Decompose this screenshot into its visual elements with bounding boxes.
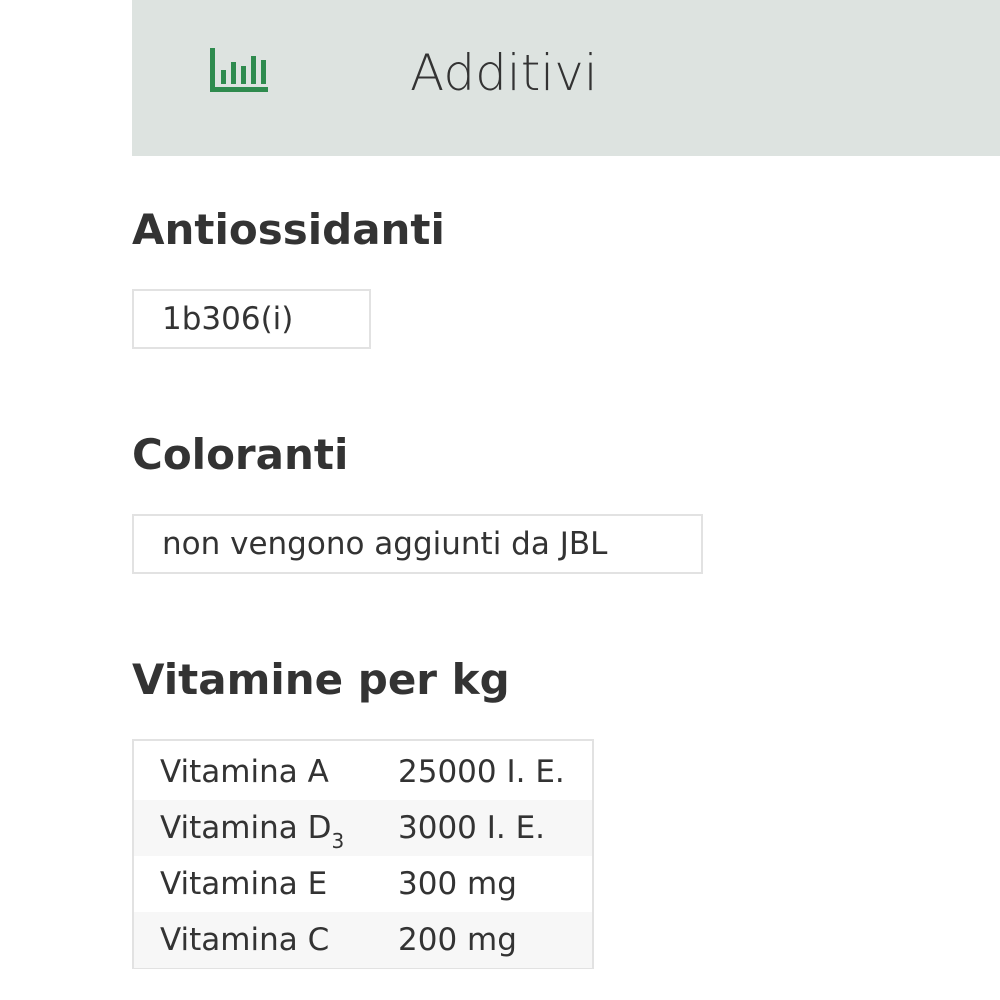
vitamin-value: 300 mg xyxy=(398,866,517,902)
page: Additivi Antiossidanti 1b306(i) Colorant… xyxy=(0,0,1000,1000)
vitamins-heading: Vitamine per kg xyxy=(132,655,510,704)
colorants-value: non vengono aggiunti da JBL xyxy=(132,514,703,574)
vitamin-value: 200 mg xyxy=(398,922,517,958)
colorants-heading: Coloranti xyxy=(132,430,349,479)
vitamin-name: Vitamina E xyxy=(160,866,328,902)
vitamin-name: Vitamina C xyxy=(160,922,330,958)
vitamin-name-subscript: 3 xyxy=(331,829,345,853)
vitamin-name: Vitamina D3 xyxy=(160,800,344,859)
vitamins-table: Vitamina A 25000 I. E. Vitamina D3 3000 … xyxy=(132,739,594,969)
section-header: Additivi xyxy=(132,0,1000,156)
vitamin-name: Vitamina A xyxy=(160,754,329,790)
table-row: Vitamina E 300 mg xyxy=(134,856,592,912)
vitamin-value: 3000 I. E. xyxy=(398,810,546,846)
table-row: Vitamina A 25000 I. E. xyxy=(134,744,592,800)
table-row: Vitamina C 200 mg xyxy=(134,912,592,968)
vitamin-name-base: Vitamina D xyxy=(160,810,332,846)
header-title: Additivi xyxy=(410,44,598,102)
bar-chart-icon xyxy=(210,48,270,92)
antioxidants-heading: Antiossidanti xyxy=(132,205,445,254)
vitamin-value: 25000 I. E. xyxy=(398,754,565,790)
table-row: Vitamina D3 3000 I. E. xyxy=(134,800,592,856)
antioxidants-value: 1b306(i) xyxy=(132,289,371,349)
